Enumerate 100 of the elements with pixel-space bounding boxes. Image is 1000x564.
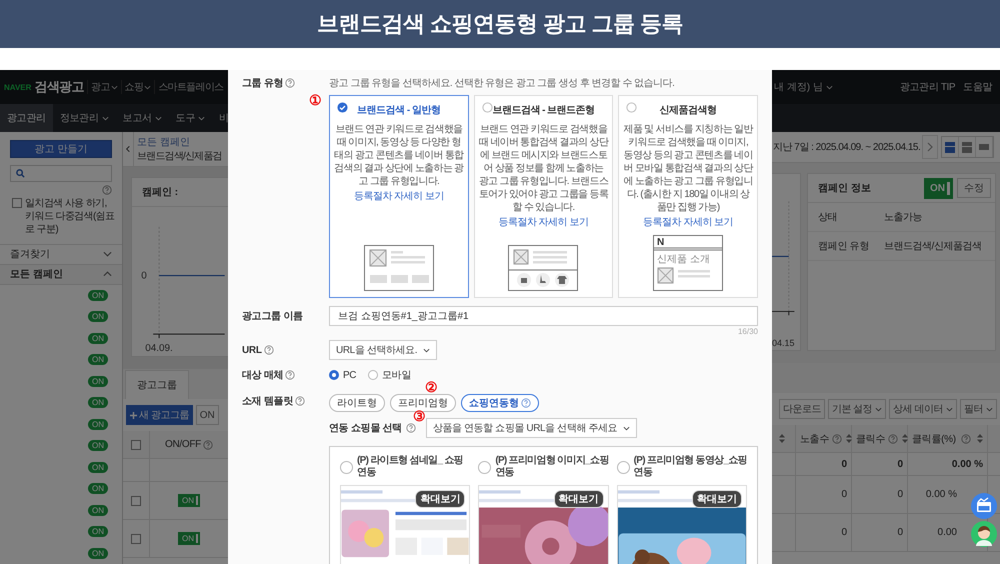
- nav-tab[interactable]: 보고서: [116, 104, 169, 132]
- sort-icon[interactable]: [902, 434, 908, 443]
- support-avatar-icon[interactable]: [971, 521, 997, 547]
- step-marker: ①: [309, 93, 322, 107]
- info-value: 노출가능: [884, 211, 922, 224]
- axis-label: 0: [141, 270, 147, 282]
- edit-button[interactable]: 수정: [957, 178, 991, 198]
- ad-group-name-field[interactable]: 브검 쇼핑연동#1_광고그룹#1: [329, 306, 758, 326]
- nav-tab[interactable]: 도구: [168, 104, 212, 132]
- template-option[interactable]: 쇼핑연동형: [461, 394, 539, 412]
- logo-letter: N: [657, 237, 664, 248]
- on-off-toggle[interactable]: ON: [178, 494, 200, 507]
- on-button[interactable]: ON: [196, 405, 219, 425]
- radio-button[interactable]: [368, 370, 378, 380]
- help-icon[interactable]: [285, 370, 296, 380]
- table-cell: 0.00 %: [908, 453, 988, 475]
- radio-button[interactable]: [478, 460, 492, 474]
- details-link[interactable]: 등록절차 자세히 보기: [643, 215, 734, 229]
- radio-button[interactable]: [482, 102, 493, 113]
- checkbox[interactable]: [131, 440, 141, 450]
- nav-tab[interactable]: 정보관리: [52, 104, 116, 132]
- help-icon[interactable]: [102, 184, 112, 195]
- header-link[interactable]: 도움말: [963, 80, 992, 94]
- template-option[interactable]: 라이트형: [329, 394, 385, 412]
- status-badge: ON: [88, 311, 108, 322]
- toolbar-button[interactable]: 기본 설정: [828, 399, 886, 419]
- status-badge: ON: [88, 548, 108, 559]
- status-badge: ON: [88, 418, 108, 430]
- section-label: 모든 캠페인: [10, 268, 63, 282]
- zoom-button[interactable]: 확대보기: [554, 490, 604, 508]
- tab[interactable]: 광고그룹: [125, 370, 189, 399]
- help-icon[interactable]: [294, 396, 305, 406]
- card-description: 브랜드 연관 키워드로 검색했을 때 이미지, 동영상 등 다양한 형태의 광고 콘텐츠를 네이버 통합검색의 결과 상단에 노출하는 광고 그룹 유형입니다.: [334, 123, 464, 188]
- header-menu[interactable]: 광고: [87, 80, 118, 94]
- field-label: URL: [242, 344, 262, 356]
- toolbar-button[interactable]: 필터: [960, 399, 997, 419]
- help-icon[interactable]: [521, 398, 531, 408]
- layout-view-button[interactable]: [976, 137, 994, 157]
- group-type-card[interactable]: 브랜드검색 - 브랜드존형 브랜드 연관 키워드로 검색했을 때 네이버 통합검색 결과의 상단에 브랜드 메시지와 브랜드스토어 상품 정보를 함께 노출하는 광고 그룹 유형입니다. 브랜드스토어가 있어야 광고 그룹을 등록할 수 있습니다. 등록절차 자세히 보기: [474, 95, 614, 298]
- nav-tab[interactable]: 비: [212, 104, 228, 132]
- caret-icon: [875, 406, 882, 412]
- column-header: 클릭수: [856, 432, 886, 446]
- help-icon[interactable]: [202, 440, 213, 450]
- caret-icon: [154, 116, 162, 120]
- sort-icon[interactable]: [846, 434, 852, 443]
- details-link[interactable]: 등록절차 자세히 보기: [354, 189, 444, 203]
- field-label: 소재 템플릿: [242, 395, 293, 408]
- url-dropdown[interactable]: URL을 선택하세요.: [329, 340, 438, 360]
- date-range[interactable]: 지난 7일 : 2025.04.09. ~ 2025.04.15.: [773, 140, 920, 154]
- breadcrumb-link[interactable]: 모든 캠페인: [137, 135, 222, 149]
- create-ad-button[interactable]: 광고 만들기: [10, 140, 112, 158]
- radio-button[interactable]: [329, 370, 339, 380]
- help-icon[interactable]: [264, 345, 274, 355]
- header-menu[interactable]: 스마트플레이스: [154, 80, 224, 94]
- help-icon[interactable]: [960, 434, 971, 444]
- axis-label: 04.15: [772, 338, 795, 348]
- group-type-card[interactable]: 브랜드검색 - 일반형 브랜드 연관 키워드로 검색했을 때 이미지, 동영상 등 다양한 형태의 광고 콘텐츠를 네이버 통합검색의 결과 상단에 노출하는 광고 그룹 유형입니다. 등록절차 자세히 보기: [329, 95, 469, 298]
- sort-icon[interactable]: [976, 434, 983, 443]
- help-icon[interactable]: [406, 423, 416, 433]
- table-cell: 0: [796, 476, 852, 513]
- checkbox[interactable]: [131, 534, 141, 544]
- ad-icon[interactable]: [971, 493, 997, 519]
- radio-button[interactable]: [616, 460, 630, 474]
- card-title: 브랜드검색 - 브랜드존형: [492, 104, 595, 117]
- zoom-button[interactable]: 확대보기: [415, 490, 466, 508]
- sidebar-section[interactable]: 모든 캠페인: [0, 264, 122, 285]
- step-marker: ③: [412, 409, 426, 423]
- on-off-toggle[interactable]: ON: [178, 532, 200, 545]
- checkbox[interactable]: [131, 496, 141, 506]
- toolbar-button[interactable]: 상세 데이터: [889, 399, 957, 419]
- help-icon[interactable]: [285, 78, 296, 88]
- radio-label: PC: [343, 370, 356, 380]
- nav-tab[interactable]: 광고관리: [0, 104, 53, 132]
- header-menu[interactable]: 쇼핑: [120, 80, 152, 94]
- help-icon[interactable]: [888, 434, 898, 444]
- account-menu[interactable]: 내 계정) 님: [774, 80, 833, 94]
- on-off-toggle[interactable]: ON: [924, 178, 953, 198]
- table-cell: 0: [852, 514, 908, 551]
- campaign-title: 브랜드검색/신제품검: [137, 150, 222, 163]
- section-label: 즐겨찾기: [10, 248, 50, 262]
- layout-view-button[interactable]: [942, 137, 960, 157]
- help-icon[interactable]: [832, 434, 842, 444]
- radio-button[interactable]: [340, 460, 353, 474]
- header-link[interactable]: 광고관리 TIP: [900, 80, 956, 94]
- new-ad-group-button[interactable]: 새 광고그룹: [126, 405, 193, 425]
- toolbar-button[interactable]: 다운로드: [778, 399, 825, 419]
- sort-icon[interactable]: [779, 434, 785, 443]
- zoom-button[interactable]: 확대보기: [692, 490, 742, 508]
- radio-button[interactable]: [626, 102, 638, 113]
- plus-icon: [130, 412, 137, 418]
- card-description: 제품 및 서비스를 지칭하는 일반 키워드로 검색했을 때 이미지, 동영상 등의 광고 콘텐츠를 네이버 모바일 통합검색 결과의 상단에 노출하는 광고 그룹 유형입니다. (출시한 지 180일 이내의 상품만 집행 가능): [623, 123, 753, 214]
- shop-dropdown[interactable]: 상품을 연동할 쇼핑몰 URL을 선택해 주세요: [426, 418, 638, 438]
- search-field[interactable]: [10, 165, 112, 182]
- check-circle-icon[interactable]: [337, 102, 348, 113]
- checkbox[interactable]: [12, 198, 22, 208]
- layout-view-button[interactable]: [959, 137, 976, 157]
- details-link[interactable]: 등록절차 자세히 보기: [498, 215, 589, 229]
- group-type-card[interactable]: 신제품검색형 제품 및 서비스를 지칭하는 일반 키워드로 검색했을 때 이미지, 동영상 등의 광고 콘텐츠를 네이버 모바일 통합검색 결과의 상단에 노출하는 광고 그룹 유형입니다. (출시한 지 180일 이내의 상품만 집행 가능) 등록절차 자세히 보기 N 신제품 소개: [618, 95, 758, 298]
- naver-logo: NAVER: [4, 82, 32, 92]
- layout-illustration-drawing: [364, 245, 434, 291]
